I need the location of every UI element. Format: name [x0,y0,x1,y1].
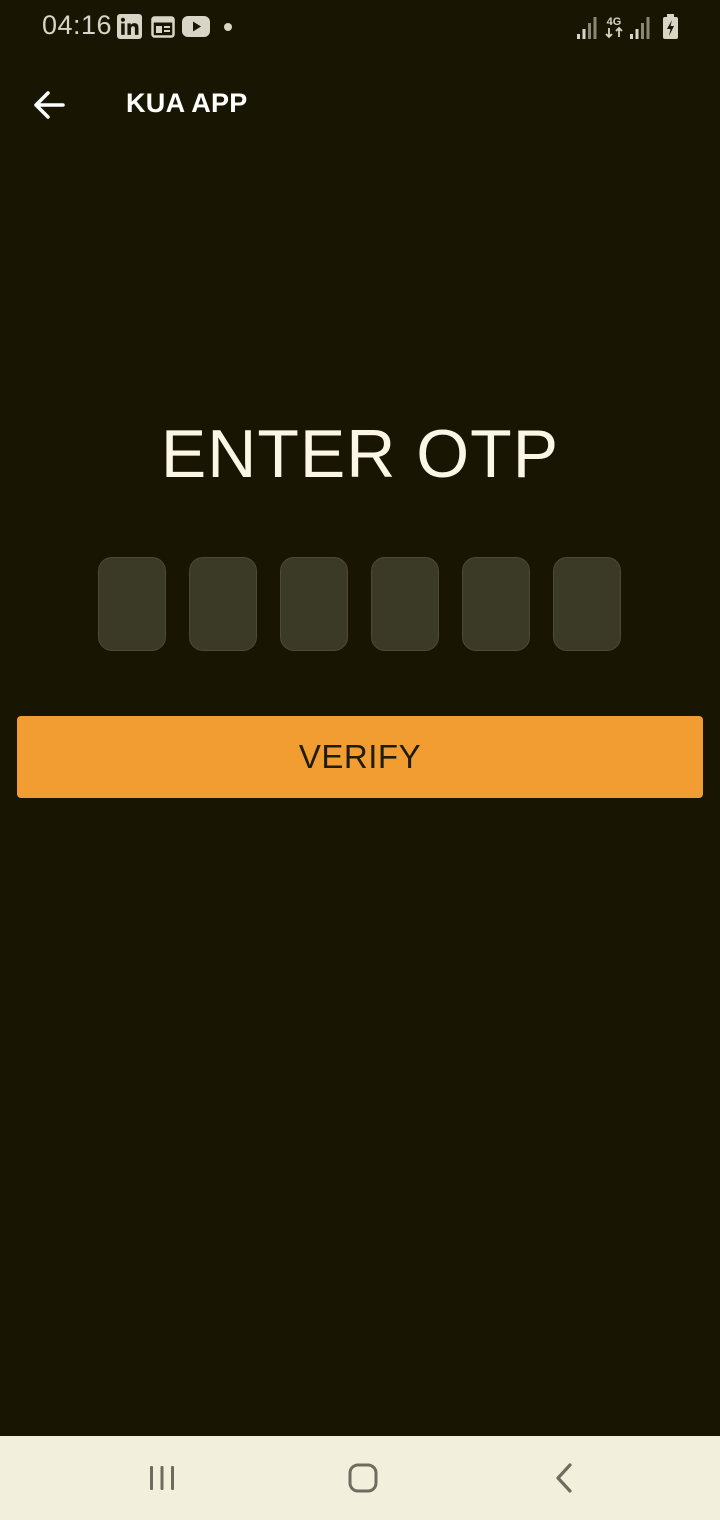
otp-input-group [98,557,622,653]
battery-charging-icon [663,14,678,39]
recent-apps-icon [150,1466,174,1490]
otp-digit-1[interactable] [98,557,166,651]
calendar-icon [151,16,175,38]
home-icon [348,1463,378,1493]
otp-heading: ENTER OTP [160,416,560,492]
status-bar: 04:16 4G [0,0,720,56]
youtube-icon [182,16,210,37]
system-nav-bar [0,1436,720,1520]
signal-icon [577,17,597,39]
otp-digit-3[interactable] [280,557,348,651]
app-title: KUA APP [126,88,248,118]
signal-icon [630,17,650,39]
svg-text:4G: 4G [607,16,622,28]
otp-digit-5[interactable] [462,557,530,651]
back-icon [556,1463,572,1493]
back-button[interactable] [22,78,76,132]
dot-icon [224,23,232,31]
otp-digit-6[interactable] [553,557,621,651]
app-bar: KUA APP [0,56,720,152]
home-button[interactable] [341,1458,385,1498]
otp-digit-2[interactable] [189,557,257,651]
status-time: 04:16 [42,10,113,40]
recent-apps-button[interactable] [140,1458,184,1498]
otp-digit-4[interactable] [371,557,439,651]
4g-icon: 4G [605,16,623,39]
arrow-left-icon [34,91,65,119]
nav-back-button[interactable] [542,1458,586,1498]
verify-button[interactable]: VERIFY [17,716,703,798]
linkedin-icon [117,14,142,39]
